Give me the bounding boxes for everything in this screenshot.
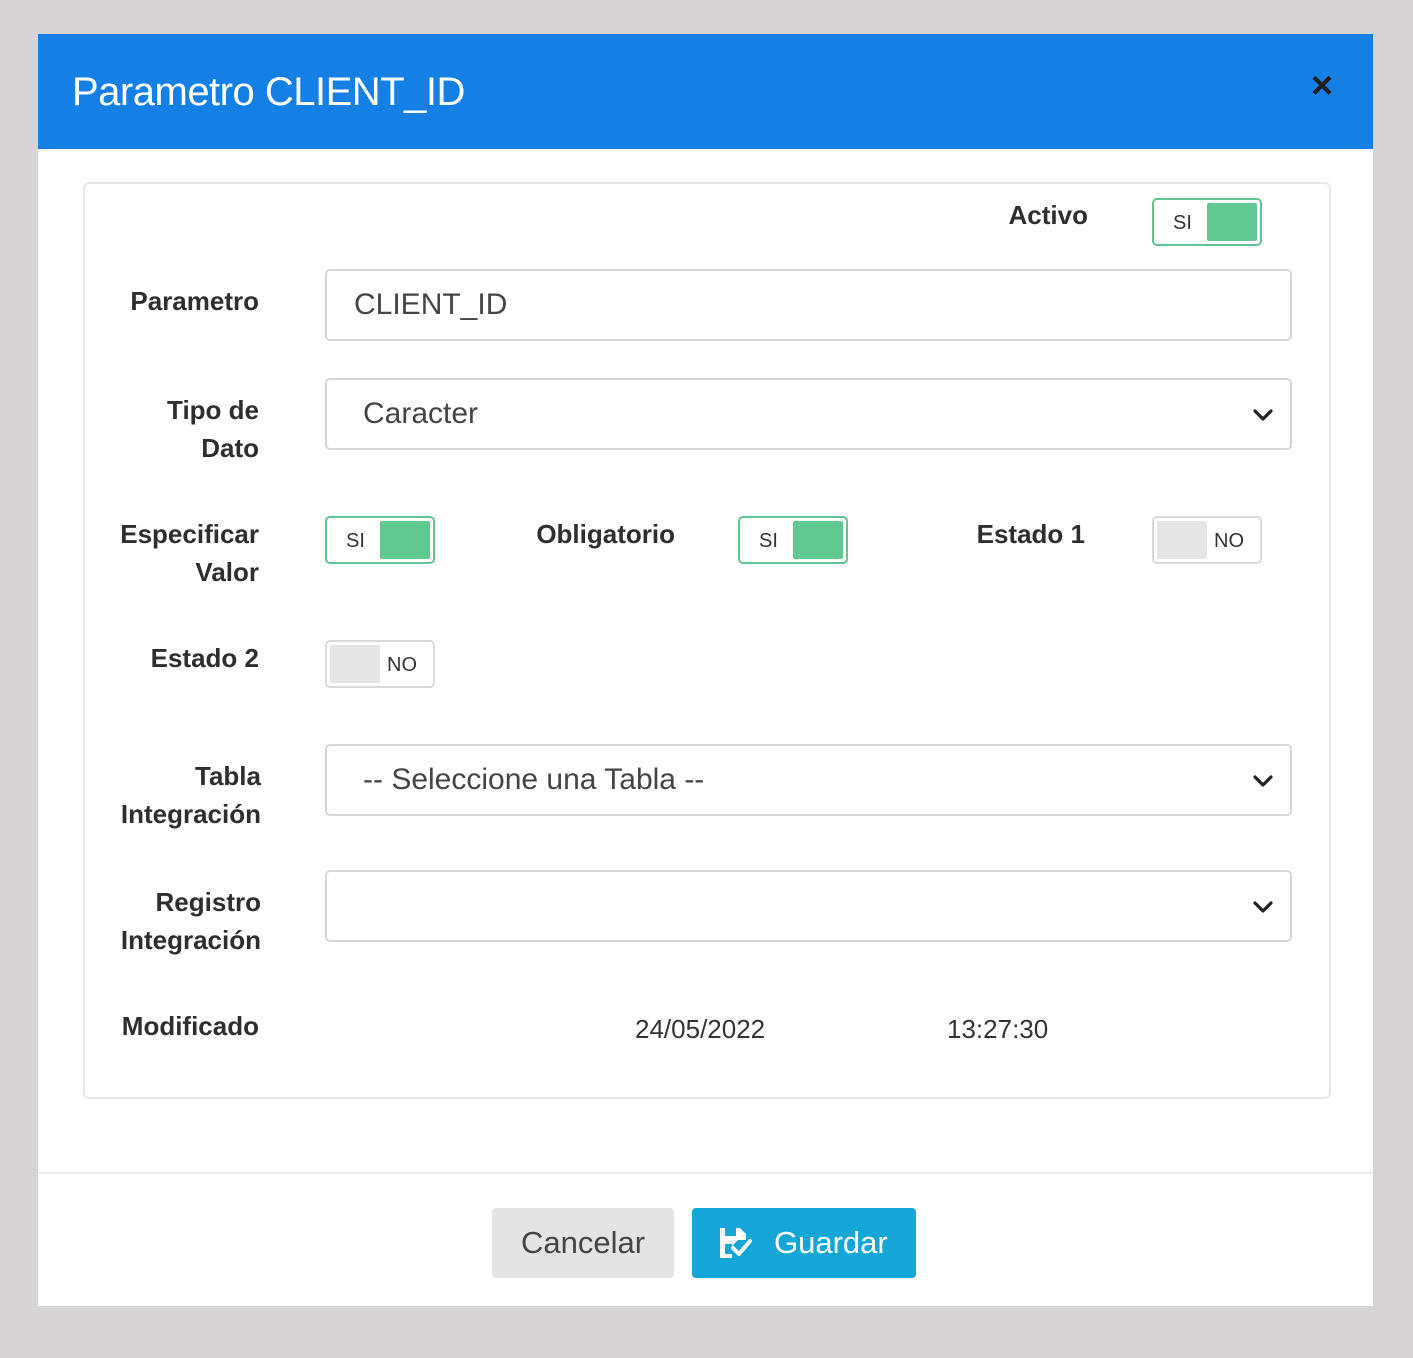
modificado-time: 13:27:30: [947, 1014, 1049, 1044]
parametro-value: CLIENT_ID: [354, 288, 508, 321]
toggle-knob: [1157, 521, 1207, 559]
tipo-dato-label-line2: Dato: [201, 433, 259, 463]
obligatorio-label: Obligatorio: [536, 519, 675, 549]
modal-dialog: Parametro CLIENT_ID × Activo SI Parametr…: [38, 34, 1373, 1306]
close-icon: ×: [1310, 65, 1334, 107]
tipo-dato-select[interactable]: Caracter: [325, 378, 1292, 450]
modal-title: Parametro CLIENT_ID: [72, 70, 465, 114]
registro-integracion-label: Registro Integración: [105, 883, 261, 959]
obligatorio-toggle-state: SI: [759, 530, 778, 552]
registro-integracion-label-line2: Integración: [120, 925, 261, 955]
footer-divider: [38, 1172, 1373, 1174]
obligatorio-toggle[interactable]: SI: [738, 516, 848, 564]
activo-label: Activo: [1008, 200, 1088, 230]
chevron-down-icon: [1253, 901, 1273, 913]
activo-toggle-state: SI: [1173, 212, 1192, 234]
toggle-knob: [1207, 203, 1257, 241]
modal-header: Parametro CLIENT_ID ×: [38, 34, 1373, 149]
estado1-toggle[interactable]: NO: [1152, 516, 1262, 564]
especificar-valor-label-line2: Valor: [195, 557, 259, 587]
tipo-dato-selected: Caracter: [363, 397, 479, 430]
toggle-knob: [793, 521, 843, 559]
especificar-valor-toggle[interactable]: SI: [325, 516, 435, 564]
modificado-label: Modificado: [121, 1011, 259, 1041]
modificado-date: 24/05/2022: [635, 1014, 766, 1044]
tabla-integracion-label-line1: Tabla: [195, 761, 261, 791]
save-button-label: Guardar: [774, 1225, 888, 1260]
cancel-button[interactable]: Cancelar: [492, 1208, 674, 1278]
parametro-input[interactable]: CLIENT_ID: [325, 269, 1292, 341]
activo-toggle[interactable]: SI: [1152, 198, 1262, 246]
tabla-integracion-selected: -- Seleccione una Tabla --: [363, 763, 705, 796]
parametro-label: Parametro: [130, 286, 259, 316]
estado2-label: Estado 2: [150, 643, 259, 673]
toggle-knob: [330, 645, 380, 683]
toggle-knob: [380, 521, 430, 559]
estado2-toggle[interactable]: NO: [325, 640, 435, 688]
registro-integracion-select[interactable]: [325, 870, 1292, 942]
especificar-valor-label: Especificar Valor: [105, 515, 259, 591]
chevron-down-icon: [1253, 409, 1273, 421]
estado1-label: Estado 1: [976, 519, 1085, 549]
registro-integracion-label-line1: Registro: [155, 887, 261, 917]
save-button[interactable]: Guardar: [692, 1208, 916, 1278]
close-button[interactable]: ×: [1305, 66, 1339, 106]
estado2-toggle-state: NO: [387, 654, 417, 676]
tipo-dato-label: Tipo de Dato: [105, 391, 259, 467]
form-panel: Activo SI Parametro CLIENT_ID Tipo de Da…: [83, 182, 1331, 1099]
chevron-down-icon: [1253, 775, 1273, 787]
especificar-valor-label-line1: Especificar: [120, 519, 259, 549]
tipo-dato-label-line1: Tipo de: [167, 395, 259, 425]
tabla-integracion-select[interactable]: -- Seleccione una Tabla --: [325, 744, 1292, 816]
tabla-integracion-label: Tabla Integración: [105, 757, 261, 833]
especificar-valor-toggle-state: SI: [346, 530, 365, 552]
estado1-toggle-state: NO: [1214, 530, 1244, 552]
tabla-integracion-label-line2: Integración: [120, 799, 261, 829]
save-check-icon: [720, 1228, 752, 1258]
